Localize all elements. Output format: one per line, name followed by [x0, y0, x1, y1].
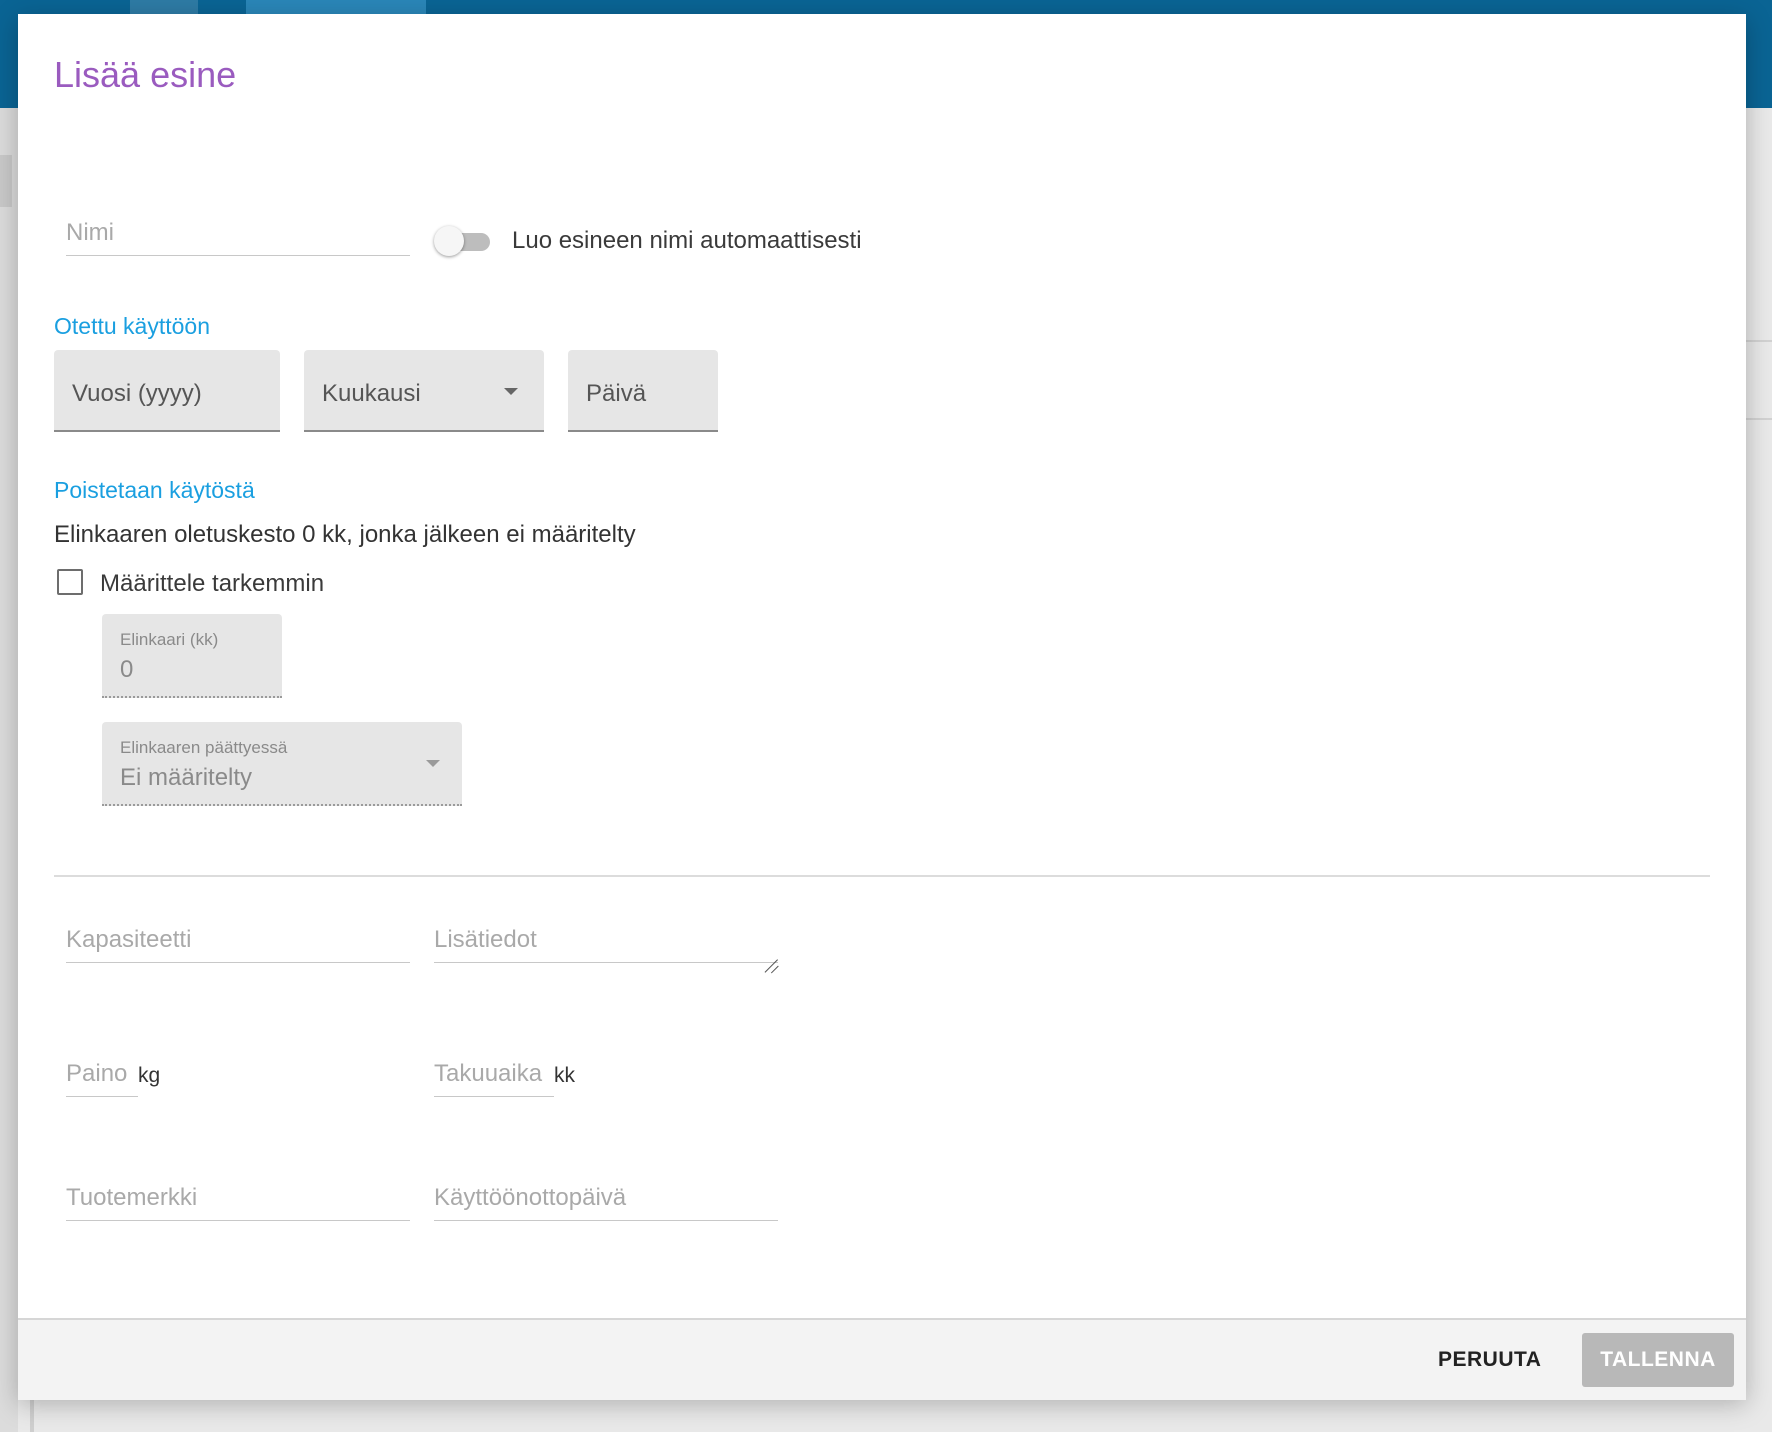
app-left-strip	[0, 108, 18, 1432]
cancel-button[interactable]: PERUUTA	[1438, 1348, 1541, 1372]
weight-input-placeholder: Paino	[66, 1060, 128, 1087]
auto-name-toggle[interactable]	[434, 226, 492, 256]
dialog-title: Lisää esine	[54, 54, 237, 95]
warranty-input[interactable]: Takuuaika	[434, 1060, 554, 1097]
year-input-label: Vuosi (yyyy)	[72, 380, 202, 407]
add-item-dialog: Lisää esine Nimi Luo esineen nimi automa…	[18, 14, 1746, 1400]
warranty-input-placeholder: Takuuaika	[434, 1060, 543, 1087]
name-input[interactable]: Nimi	[66, 219, 410, 256]
weight-unit: kg	[138, 1064, 161, 1087]
month-select[interactable]: Kuukausi	[304, 350, 544, 432]
lifecycle-info-text: Elinkaaren oletuskesto 0 kk, jonka jälke…	[54, 521, 636, 548]
chevron-down-icon	[504, 388, 518, 395]
weight-input[interactable]: Paino	[66, 1060, 138, 1097]
app-tab	[130, 0, 198, 14]
commission-date-input[interactable]: Käyttöönottopäivä	[434, 1184, 778, 1221]
warranty-unit: kk	[554, 1064, 575, 1087]
lifecycle-months-value: 0	[120, 656, 134, 683]
lifecycle-months-input: Elinkaari (kk) 0	[102, 614, 282, 698]
app-bottom-line	[30, 1396, 34, 1432]
app-right-line	[1746, 418, 1772, 420]
specify-checkbox[interactable]	[57, 569, 83, 595]
app-tab-active	[246, 0, 426, 14]
app-left-marker	[0, 155, 12, 207]
lifecycle-months-label: Elinkaari (kk)	[120, 630, 219, 649]
lifecycle-end-select: Elinkaaren päättyessä Ei määritelty	[102, 722, 462, 806]
toggle-thumb	[434, 226, 464, 256]
commissioned-heading: Otettu käyttöön	[54, 313, 210, 339]
lifecycle-end-label: Elinkaaren päättyessä	[120, 738, 288, 757]
capacity-input[interactable]: Kapasiteetti	[66, 926, 410, 963]
section-divider	[54, 875, 1710, 877]
decommission-heading: Poistetaan käytöstä	[54, 477, 255, 503]
day-input-label: Päivä	[586, 380, 647, 407]
notes-textarea[interactable]: Lisätiedot	[434, 926, 778, 963]
resize-handle-icon[interactable]	[762, 944, 778, 960]
brand-input-placeholder: Tuotemerkki	[66, 1184, 198, 1211]
save-button[interactable]: TALLENNA	[1582, 1333, 1734, 1387]
capacity-input-placeholder: Kapasiteetti	[66, 926, 192, 953]
notes-textarea-placeholder: Lisätiedot	[434, 926, 537, 953]
month-select-label: Kuukausi	[322, 380, 421, 407]
commission-date-input-placeholder: Käyttöönottopäivä	[434, 1184, 627, 1211]
year-input[interactable]: Vuosi (yyyy)	[54, 350, 280, 432]
name-input-placeholder: Nimi	[66, 219, 114, 246]
brand-input[interactable]: Tuotemerkki	[66, 1184, 410, 1221]
dialog-footer: PERUUTA TALLENNA	[18, 1318, 1746, 1400]
app-right-line	[1746, 340, 1772, 342]
specify-checkbox-label[interactable]: Määrittele tarkemmin	[100, 570, 324, 598]
day-input[interactable]: Päivä	[568, 350, 718, 432]
auto-name-toggle-label[interactable]: Luo esineen nimi automaattisesti	[512, 227, 862, 255]
lifecycle-end-value: Ei määritelty	[120, 764, 253, 791]
chevron-down-icon	[426, 760, 440, 767]
